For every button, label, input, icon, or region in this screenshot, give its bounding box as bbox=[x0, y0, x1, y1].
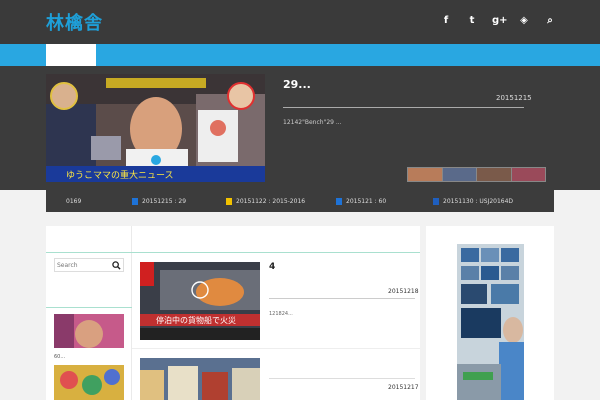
feedly-icon[interactable]: ◈ bbox=[518, 14, 530, 28]
featured-date: 20151215 bbox=[496, 94, 532, 102]
post-divider bbox=[269, 298, 415, 299]
search-icon[interactable] bbox=[112, 261, 121, 270]
featured-divider bbox=[283, 107, 524, 108]
ticker-text: 0169 bbox=[66, 198, 82, 205]
sidebar-photo bbox=[54, 314, 124, 348]
featured-image[interactable]: ゆうこママの重大ニュース bbox=[46, 74, 265, 182]
site-logo[interactable]: 林檎舎 bbox=[46, 9, 103, 35]
ticker-item[interactable]: 20151122 : 2015-2016 bbox=[226, 198, 305, 205]
ticker-text: 20151215 : 29 bbox=[142, 198, 187, 205]
slider-thumb[interactable] bbox=[511, 168, 545, 181]
ticker-text: 20151130 : USJ20164D bbox=[443, 198, 514, 205]
site-header: 林檎舎 f t g+ ◈ ⌕ bbox=[0, 0, 600, 44]
featured-slider: ゆうこママの重大ニュース 29... 20151215 12142"Bench"… bbox=[0, 66, 600, 190]
slider-thumb[interactable] bbox=[477, 168, 511, 181]
featured-excerpt: 12142"Bench"29 ... bbox=[283, 119, 342, 126]
post-list: 停泊中の貨物船で火災 4 20151218 121824... 20151217 bbox=[132, 226, 420, 400]
list-divider bbox=[132, 252, 420, 253]
ticker-item[interactable]: 20151215 : 29 bbox=[132, 198, 186, 205]
post-divider bbox=[269, 378, 415, 379]
slider-thumb[interactable] bbox=[408, 168, 442, 181]
left-sidebar: 60... bbox=[46, 226, 132, 400]
ticker-thumb-icon bbox=[336, 198, 342, 205]
featured-photo: ゆうこママの重大ニュース bbox=[46, 74, 265, 182]
sidebar-photo bbox=[54, 365, 124, 400]
social-links: f t g+ ◈ ⌕ bbox=[440, 14, 556, 28]
slider-thumbnails bbox=[407, 167, 546, 182]
post-thumbnail[interactable] bbox=[140, 358, 260, 400]
sidebar-banner[interactable] bbox=[457, 244, 524, 400]
sidebar-post-image[interactable] bbox=[54, 365, 124, 400]
ticker-item[interactable]: 2015121 : 60 bbox=[336, 198, 386, 205]
post-photo bbox=[140, 358, 260, 400]
search-input[interactable] bbox=[57, 261, 109, 270]
ticker-item[interactable]: 0169 bbox=[66, 198, 81, 205]
banner-photo bbox=[457, 244, 524, 400]
post-date: 20151218 bbox=[388, 288, 419, 295]
sidebar-post-image[interactable] bbox=[54, 314, 124, 348]
facebook-icon[interactable]: f bbox=[440, 14, 452, 28]
slider-thumb[interactable] bbox=[442, 168, 476, 181]
nav-home-tab[interactable] bbox=[46, 44, 96, 66]
sidebar-divider bbox=[46, 307, 132, 308]
ticker-text: 20151122 : 2015-2016 bbox=[236, 198, 306, 205]
twitter-icon[interactable]: t bbox=[466, 14, 478, 28]
news-ticker: 0169 20151215 : 29 20151122 : 2015-2016 … bbox=[46, 190, 554, 212]
post-excerpt: 121824... bbox=[269, 311, 293, 317]
search-box bbox=[54, 258, 124, 272]
post-photo: 停泊中の貨物船で火災 bbox=[140, 262, 260, 340]
ticker-thumb-icon bbox=[132, 198, 138, 205]
post-separator bbox=[132, 348, 420, 349]
featured-title[interactable]: 29... bbox=[283, 78, 311, 91]
search-icon[interactable]: ⌕ bbox=[544, 14, 556, 28]
right-sidebar bbox=[426, 226, 554, 400]
post-title[interactable]: 4 bbox=[269, 262, 275, 272]
ticker-thumb-icon bbox=[433, 198, 439, 205]
post-thumbnail[interactable]: 停泊中の貨物船で火災 bbox=[140, 262, 260, 340]
ticker-text: 2015121 : 60 bbox=[346, 198, 387, 205]
sidebar-divider bbox=[46, 252, 132, 253]
ticker-thumb-icon bbox=[226, 198, 232, 205]
post-photo-caption: 停泊中の貨物船で火災 bbox=[156, 315, 236, 325]
sidebar-post-caption[interactable]: 60... bbox=[54, 354, 65, 360]
nav-bar bbox=[0, 44, 600, 66]
google-plus-icon[interactable]: g+ bbox=[492, 14, 508, 28]
post-date: 20151217 bbox=[388, 384, 419, 391]
featured-caption: ゆうこママの重大ニュース bbox=[66, 169, 174, 181]
ticker-item[interactable]: 20151130 : USJ20164D bbox=[433, 198, 513, 205]
